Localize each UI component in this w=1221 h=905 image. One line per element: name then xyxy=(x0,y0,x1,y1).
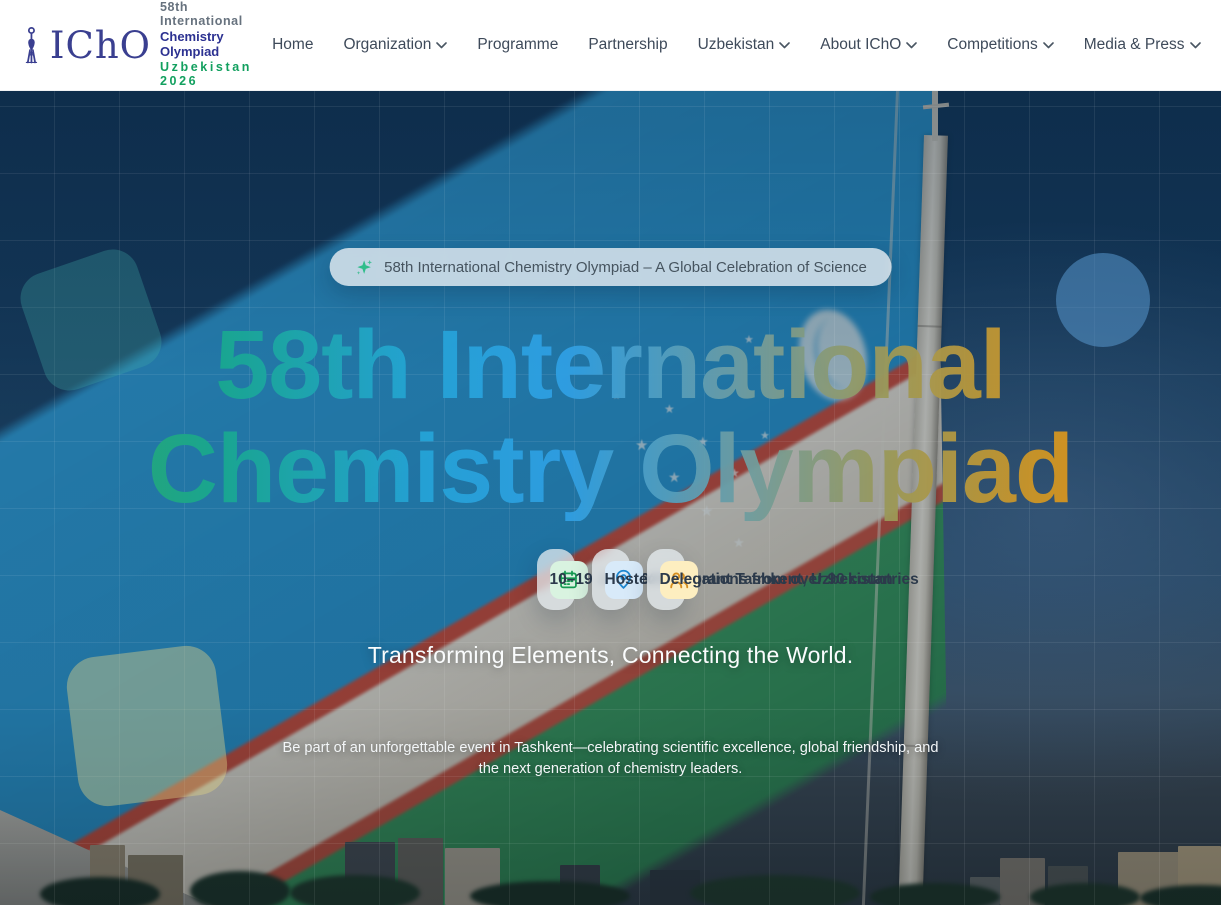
nav-item-label: Uzbekistan xyxy=(698,36,775,54)
nav-item-competitions[interactable]: Competitions xyxy=(934,28,1066,62)
nav-item-programme[interactable]: Programme xyxy=(464,28,571,62)
nav-item-label: Programme xyxy=(477,36,558,54)
logo-tagline-line2: Chemistry Olympiad xyxy=(160,29,259,59)
info-pill-label: Delegations from over 90 countries xyxy=(660,571,919,589)
site-logo[interactable]: IChO 58th International Chemistry Olympi… xyxy=(22,0,259,90)
hero-title: 58th InternationalChemistry Olympiad xyxy=(51,313,1171,521)
nav-item-contact-us[interactable]: Contact Us xyxy=(1218,28,1221,62)
chevron-down-icon xyxy=(1190,42,1201,49)
nav-item-label: Partnership xyxy=(588,36,667,54)
info-pill-row: 10–19 July 2026 Hosted in vibrant Tashken… xyxy=(537,549,685,610)
nav-item-label: Competitions xyxy=(947,36,1037,54)
chevron-down-icon xyxy=(436,42,447,49)
logo-icho-text: IChO xyxy=(50,27,151,64)
main-nav: Home Organization Programme Partnership Uzbe… xyxy=(259,28,1221,62)
logo-icho-wordmark: IChO xyxy=(50,27,151,64)
nav-item-about-icho[interactable]: About IChO xyxy=(807,28,930,62)
logo-tagline-line1: 58th International xyxy=(160,0,259,28)
chevron-down-icon xyxy=(1043,42,1054,49)
info-pill-0: 10–19 July 2026 xyxy=(537,549,575,610)
logo-tagline-line3: Uzbekistan 2026 xyxy=(160,60,259,88)
hero-description: Be part of an unforgettable event in Tas… xyxy=(278,738,943,779)
nav-item-home[interactable]: Home xyxy=(259,28,326,62)
nav-item-media-press[interactable]: Media & Press xyxy=(1071,28,1214,62)
hero-title-line2: Chemistry Olympiad xyxy=(51,417,1171,521)
nav-item-label: Organization xyxy=(343,36,431,54)
logo-tagline: 58th International Chemistry Olympiad Uz… xyxy=(160,0,259,90)
nav-item-label: About IChO xyxy=(820,36,901,54)
sparkle-icon xyxy=(354,258,373,277)
nav-item-uzbekistan[interactable]: Uzbekistan xyxy=(685,28,804,62)
chevron-down-icon xyxy=(779,42,790,49)
hero-tagline: Transforming Elements, Connecting the Wo… xyxy=(161,642,1061,669)
hero-title-line1: 58th International xyxy=(51,313,1171,417)
info-pill-1: Hosted in vibrant Tashkent, Uzbekistan xyxy=(592,549,630,610)
nav-item-label: Home xyxy=(272,36,313,54)
nav-item-organization[interactable]: Organization xyxy=(330,28,460,62)
hero-badge-text: 58th International Chemistry Olympiad – … xyxy=(384,259,867,276)
tv-tower-icon xyxy=(22,19,41,71)
hero-section: ★★★★★★★★★★ 58th International Chemistry … xyxy=(0,91,1221,905)
nav-item-partnership[interactable]: Partnership xyxy=(575,28,680,62)
info-pill-2: Delegations from over 90 countries xyxy=(647,549,685,610)
site-header: IChO 58th International Chemistry Olympi… xyxy=(0,0,1221,91)
nav-item-label: Media & Press xyxy=(1084,36,1185,54)
hero-badge: 58th International Chemistry Olympiad – … xyxy=(329,248,892,286)
chevron-down-icon xyxy=(906,42,917,49)
